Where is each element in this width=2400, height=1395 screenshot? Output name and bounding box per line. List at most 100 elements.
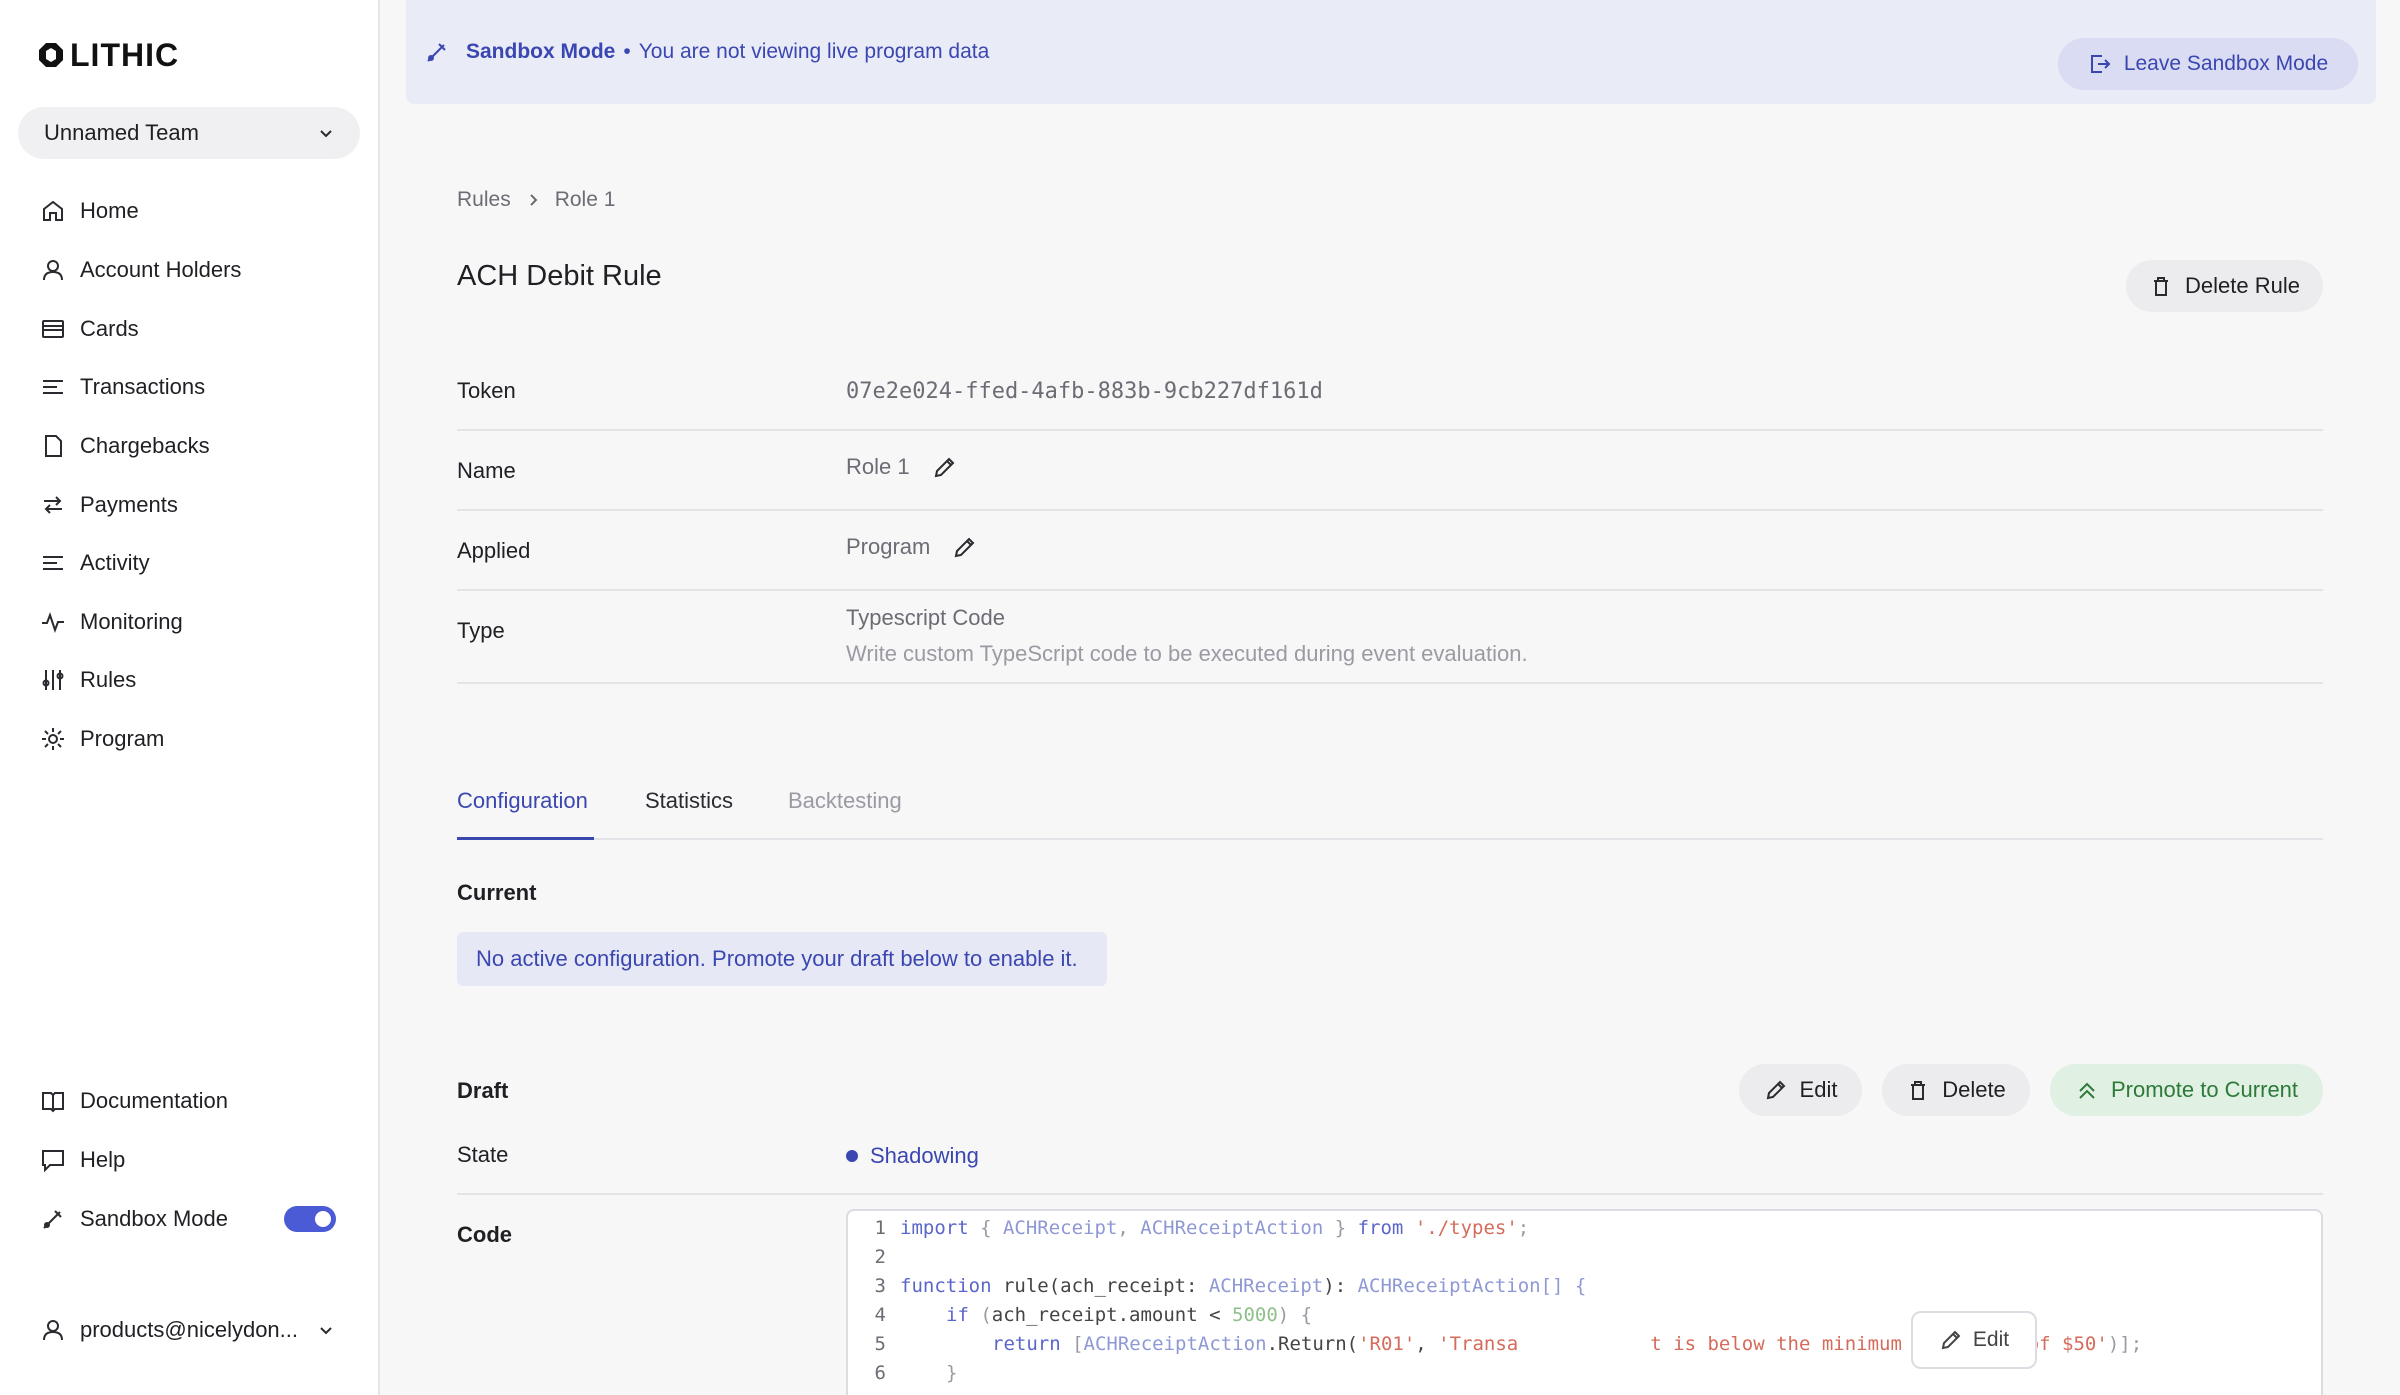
pencil-icon[interactable] (932, 454, 958, 480)
breadcrumb: Rules Role 1 (457, 188, 615, 212)
code-token: t is below the minimum threshold of $50' (1650, 1332, 2108, 1355)
code-token: ( (968, 1303, 992, 1326)
code-token: if (946, 1303, 969, 1326)
sidebar-item-activity[interactable]: Activity (40, 543, 150, 583)
sidebar-item-label: Cards (80, 316, 139, 341)
lithic-logo-icon (39, 43, 63, 67)
type-label: Type (457, 618, 505, 643)
tab-statistics[interactable]: Statistics (645, 788, 733, 814)
home-icon (43, 200, 63, 221)
user-menu[interactable]: products@nicelydon... (40, 1310, 340, 1350)
list-icon (43, 380, 63, 394)
sandbox-banner: Sandbox Mode • You are not viewing live … (406, 0, 2376, 104)
code-token: } (1323, 1216, 1358, 1239)
file-icon (45, 435, 62, 457)
code-token: ACHReceipt (1002, 1216, 1118, 1239)
leave-sandbox-button[interactable]: Leave Sandbox Mode (2058, 38, 2358, 90)
sidebar-item-rules[interactable]: Rules (40, 660, 136, 700)
sidebar-item-chargebacks[interactable]: Chargebacks (40, 426, 210, 466)
banner-separator: • (623, 40, 631, 63)
edit-label: Edit (1799, 1077, 1838, 1102)
code-line: 2 (848, 1242, 886, 1271)
notice-text: No active configuration. Promote your dr… (476, 946, 1078, 971)
state-row: State (457, 1120, 2323, 1195)
code-token: } (946, 1361, 958, 1384)
code-token: ACHReceipt (1208, 1274, 1324, 1297)
pulse-icon (42, 612, 64, 633)
state-value: Shadowing (870, 1143, 979, 1168)
tab-configuration[interactable]: Configuration (457, 788, 588, 814)
code-editor[interactable]: 1 import { ACHReceipt, ACHReceiptAction … (846, 1209, 2323, 1395)
name-value-group: Role 1 (846, 454, 958, 480)
gear-icon (42, 728, 64, 750)
code-token: 5000 (1232, 1303, 1278, 1326)
sandbox-toggle[interactable] (284, 1206, 336, 1232)
code-edit-button[interactable]: Edit (1911, 1311, 2037, 1369)
sidebar-item-program[interactable]: Program (40, 719, 164, 759)
sliders-icon (42, 670, 64, 690)
applied-value: Program (846, 534, 931, 559)
chevrons-up-icon (2079, 1082, 2095, 1099)
chevron-right-icon (529, 194, 538, 206)
code-token: 'R01' (1358, 1332, 1416, 1355)
list-icon (43, 556, 63, 570)
sidebar-item-transactions[interactable]: Transactions (40, 367, 205, 407)
sidebar-item-payments[interactable]: Payments (40, 485, 178, 525)
user-icon (43, 1320, 63, 1341)
trash-icon (2154, 277, 2169, 296)
sidebar-item-documentation[interactable]: Documentation (40, 1081, 228, 1121)
code-token: ACHReceiptAction (1083, 1332, 1267, 1355)
current-label: Current (457, 880, 537, 905)
code-token: , (1117, 1216, 1141, 1239)
code-label: Code (457, 1222, 512, 1247)
banner-title: Sandbox Mode (466, 40, 616, 63)
applied-value-group: Program (846, 534, 978, 560)
type-value: Typescript Code (846, 605, 1005, 630)
sidebar-item-label: Program (80, 726, 165, 751)
chevron-down-icon (320, 130, 332, 138)
no-active-config-notice: No active configuration. Promote your dr… (457, 932, 1107, 986)
name-label: Name (457, 458, 516, 483)
type-description: Write custom TypeScript code to be execu… (846, 641, 1528, 666)
delete-rule-button[interactable]: Delete Rule (2126, 260, 2323, 312)
sidebar-item-monitoring[interactable]: Monitoring (40, 602, 183, 642)
code-line: 3 function rule(ach_receipt: ACHReceipt)… (848, 1271, 1587, 1300)
team-name: Unnamed Team (44, 120, 199, 145)
sidebar-item-label: Payments (80, 492, 178, 517)
breadcrumb-rules[interactable]: Rules (457, 188, 511, 212)
team-selector[interactable]: Unnamed Team (18, 107, 360, 159)
code-token: [ (1060, 1332, 1084, 1355)
sidebar-item-account-holders[interactable]: Account Holders (40, 250, 241, 290)
code-text: } (946, 1362, 957, 1384)
sidebar-item-cards[interactable]: Cards (40, 309, 139, 349)
sidebar-item-label: Chargebacks (80, 433, 210, 458)
promote-to-current-button[interactable]: Promote to Current (2050, 1064, 2323, 1116)
code-token: ; (1517, 1216, 1530, 1239)
applied-row: Applied Program (457, 511, 2323, 591)
delete-rule-label: Delete Rule (2185, 273, 2300, 298)
user-email: products@nicelydon... (80, 1317, 299, 1342)
pencil-icon (1766, 1080, 1785, 1100)
trash-icon (1911, 1081, 1926, 1100)
code-line: 6 } (848, 1358, 958, 1387)
code-token: ach_receipt.amount < (991, 1303, 1232, 1326)
code-token: { (968, 1216, 1003, 1239)
code-token: './types' (1414, 1216, 1518, 1239)
code-token: import (900, 1216, 969, 1239)
code-token: ) { (1277, 1303, 1313, 1326)
sandbox-icon (427, 43, 446, 62)
delete-draft-button[interactable]: Delete (1882, 1064, 2030, 1116)
sidebar-item-home[interactable]: Home (40, 191, 139, 231)
type-row: Type Typescript Code Write custom TypeSc… (457, 591, 2323, 684)
code-token: , (1415, 1332, 1439, 1355)
edit-draft-button[interactable]: Edit (1739, 1064, 1862, 1116)
code-text: import { ACHReceipt, ACHReceiptAction } … (900, 1217, 1529, 1239)
sidebar-item-label: Sandbox Mode (80, 1206, 228, 1231)
sidebar-item-label: Monitoring (80, 609, 183, 634)
pencil-icon[interactable] (952, 534, 978, 560)
status-dot (846, 1150, 858, 1162)
sidebar-item-help[interactable]: Help (40, 1140, 125, 1180)
logout-icon (2090, 55, 2111, 73)
logo[interactable]: LITHIC (36, 37, 179, 73)
sandbox-icon (43, 1210, 62, 1229)
